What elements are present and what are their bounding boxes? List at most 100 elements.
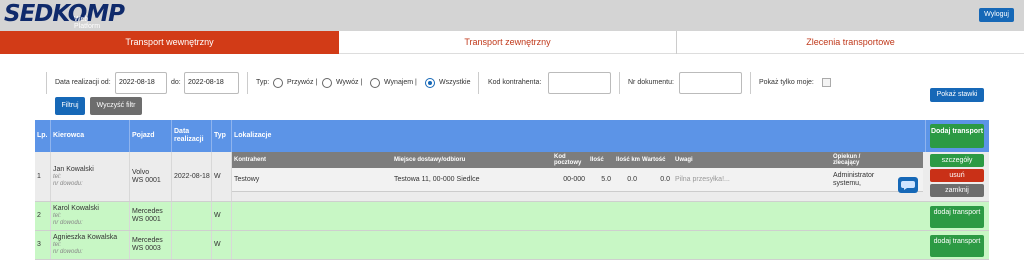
row-lp: 2	[35, 202, 51, 230]
logo: SEDKOMP Web Platform	[4, 1, 125, 30]
divider	[247, 72, 248, 94]
type-cell: W	[212, 231, 232, 259]
location-row: Testowy Testowa 11, 00-000 Siedlce 00-00…	[232, 168, 923, 192]
date-cell	[172, 202, 212, 230]
type-label: Typ:	[256, 79, 270, 86]
table-header: Lp. Kierowca Pojazd Data realizacji Typ …	[35, 120, 989, 152]
loc-value: 0.0	[660, 176, 670, 183]
radio-wszystkie-label: Wszystkie	[439, 79, 471, 86]
contractor-label: Kod kontrahenta:	[488, 79, 542, 86]
vehicle-plate: WS 0001	[132, 176, 161, 184]
comment-button[interactable]	[898, 177, 918, 193]
loc-col-qty: Ilość	[590, 157, 604, 163]
date-to-input[interactable]: 2022-08-18	[184, 72, 239, 94]
tab-transport-external[interactable]: Transport zewnętrzny	[339, 31, 676, 54]
logo-subtitle: Web Platform	[74, 16, 101, 30]
loc-qty: 5.0	[601, 176, 611, 183]
driver-cell: Agnieszka Kowalska tel: nr dowodu:	[51, 231, 130, 259]
loc-col-notes: Uwagi	[675, 157, 693, 163]
loc-col-contractor: Kontrahent	[234, 157, 266, 163]
loc-col-place: Miejsce dostawy/odbioru	[394, 157, 466, 163]
radio-przywoz-label: Przywóz |	[287, 79, 318, 86]
divider	[750, 72, 751, 94]
date-to-label: do:	[171, 79, 181, 86]
driver-cell: Jan Kowalski tel: nr dowodu:	[51, 152, 130, 201]
col-date: Data realizacji	[172, 120, 212, 152]
driver-name: Agnieszka Kowalska	[53, 234, 118, 241]
loc-col-value: Wartość	[642, 157, 666, 163]
only-mine-checkbox[interactable]	[822, 78, 831, 87]
col-lp: Lp.	[35, 120, 51, 152]
loc-place: Testowa 11, 00-000 Siedlce	[394, 176, 480, 183]
logout-button[interactable]: Wyloguj	[979, 8, 1014, 22]
radio-wynajem-label: Wynajem |	[384, 79, 417, 86]
radio-przywoz[interactable]	[273, 78, 283, 88]
transport-table: Lp. Kierowca Pojazd Data realizacji Typ …	[35, 120, 989, 262]
date-from-input[interactable]: 2022-08-18	[115, 72, 167, 94]
vehicle-name: Mercedes	[132, 208, 163, 215]
radio-wywoz[interactable]	[322, 78, 332, 88]
loc-col-km: Ilość km	[616, 157, 641, 163]
top-bar: SEDKOMP Web Platform Wyloguj	[0, 0, 1024, 31]
driver-name: Jan Kowalski	[53, 165, 94, 173]
vehicle-cell: Mercedes WS 0001	[130, 202, 172, 230]
add-transport-row-button[interactable]: dodaj transport	[930, 206, 984, 228]
add-transport-row-button[interactable]: dodaj transport	[930, 235, 984, 257]
radio-wynajem[interactable]	[370, 78, 380, 88]
type-cell: W	[212, 152, 232, 201]
row-lp: 1	[35, 152, 51, 201]
vehicle-name: Mercedes	[132, 237, 163, 244]
driver-name: Karol Kowalski	[53, 205, 99, 212]
driver-id: nr dowodu:	[53, 220, 83, 226]
table-row: 2 Karol Kowalski tel: nr dowodu: Mercede…	[35, 202, 989, 231]
locations-table: Kontrahent Miejsce dostawy/odbioru Kod p…	[232, 152, 923, 196]
doc-number-input[interactable]	[679, 72, 742, 94]
loc-col-postcode: Kod pocztowy	[554, 154, 582, 166]
col-locations: Lokalizacje	[232, 120, 926, 152]
driver-id: nr dowodu:	[53, 180, 83, 187]
clear-filter-button[interactable]: Wyczyść filtr	[90, 97, 142, 115]
filter-button[interactable]: Filtruj	[55, 97, 85, 115]
divider	[619, 72, 620, 94]
loc-km: 0.0	[627, 176, 637, 183]
radio-wszystkie[interactable]	[425, 78, 435, 88]
table-row: 3 Agnieszka Kowalska tel: nr dowodu: Mer…	[35, 231, 989, 260]
delete-button[interactable]: usuń	[930, 169, 984, 182]
add-transport-button[interactable]: Dodaj transport	[930, 124, 984, 148]
driver-phone: tel:	[53, 242, 62, 248]
vehicle-cell: Mercedes WS 0003	[130, 231, 172, 259]
details-button[interactable]: szczegóły	[930, 154, 984, 167]
driver-phone: tel:	[53, 173, 62, 180]
chat-icon	[901, 181, 915, 190]
col-driver: Kierowca	[51, 120, 130, 152]
driver-id: nr dowodu:	[53, 249, 83, 255]
date-cell	[172, 231, 212, 259]
divider	[478, 72, 479, 94]
main-tabs: Transport wewnętrzny Transport zewnętrzn…	[0, 31, 1024, 54]
filter-panel: Data realizacji od: 2022-08-18 do: 2022-…	[46, 70, 986, 118]
show-rates-button[interactable]: Pokaż stawki	[930, 88, 984, 102]
vehicle-cell: Volvo WS 0001	[130, 152, 172, 201]
doc-number-label: Nr dokumentu:	[628, 79, 674, 86]
col-vehicle: Pojazd	[130, 120, 172, 152]
close-button[interactable]: zamknij	[930, 184, 984, 197]
date-cell: 2022-08-18	[172, 152, 212, 201]
vehicle-plate: WS 0001	[132, 216, 161, 223]
loc-notes-input[interactable]: Pilna przesyłka!...	[673, 168, 831, 192]
tab-transport-orders[interactable]: Zlecenia transportowe	[677, 31, 1024, 54]
contractor-input[interactable]	[548, 72, 611, 94]
radio-wywoz-label: Wywóz |	[336, 79, 363, 86]
loc-contractor: Testowy	[234, 176, 260, 183]
only-mine-label: Pokaż tylko moje:	[759, 79, 814, 86]
driver-phone: tel:	[53, 213, 62, 219]
row-lp: 3	[35, 231, 51, 259]
tab-transport-internal[interactable]: Transport wewnętrzny	[0, 31, 339, 54]
loc-postcode: 00-000	[563, 176, 585, 183]
divider	[46, 72, 47, 94]
col-type: Typ	[212, 120, 232, 152]
loc-owner: Administrator systemu,	[833, 172, 875, 187]
driver-cell: Karol Kowalski tel: nr dowodu:	[51, 202, 130, 230]
loc-col-owner: Opiekun / zlecający	[833, 154, 861, 166]
locations-header: Kontrahent Miejsce dostawy/odbioru Kod p…	[232, 152, 923, 168]
date-from-label: Data realizacji od:	[55, 79, 111, 86]
